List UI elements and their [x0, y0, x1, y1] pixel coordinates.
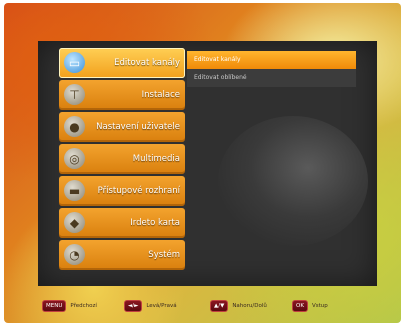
- menu-item-installation[interactable]: ⊤ Instalace: [59, 80, 185, 110]
- antenna-icon: ⊤: [64, 84, 85, 105]
- hint-left-right: ◄/► Levá/Pravá: [124, 299, 177, 313]
- menu-key: MENU: [42, 300, 67, 312]
- media-icon: ◎: [64, 148, 85, 169]
- tv-icon: ▭: [64, 52, 85, 73]
- hint-text: Vstup: [311, 303, 328, 309]
- ok-key: OK: [292, 300, 308, 312]
- menu-item-label: Přístupové rozhraní: [97, 186, 180, 196]
- menu-item-user-settings[interactable]: ● Nastavení uživatele: [59, 112, 185, 142]
- hint-text: Nahoru/Dolů: [232, 303, 267, 309]
- menu-item-edit-channels[interactable]: ▭ Editovat kanály: [59, 48, 185, 78]
- up-down-key: ▲/▼: [210, 300, 229, 312]
- menu-item-label: Instalace: [141, 90, 180, 100]
- menu-item-label: Systém: [148, 250, 180, 260]
- hint-up-down: ▲/▼ Nahoru/Dolů: [210, 299, 267, 313]
- menu-item-system[interactable]: ◔ Systém: [59, 240, 185, 270]
- tv-screen: ▭ Editovat kanály ⊤ Instalace ● Nastaven…: [4, 3, 401, 323]
- background-swirl: [218, 116, 368, 246]
- left-right-key: ◄/►: [124, 300, 143, 312]
- user-icon: ●: [64, 116, 85, 137]
- menu-item-label: Editovat kanály: [114, 58, 180, 68]
- submenu: Editovat kanály Editovat oblíbené: [187, 51, 356, 87]
- submenu-item-edit-channels[interactable]: Editovat kanály: [187, 51, 356, 69]
- menu-item-label: Irdeto karta: [130, 218, 180, 228]
- main-menu: ▭ Editovat kanály ⊤ Instalace ● Nastaven…: [59, 48, 185, 272]
- submenu-item-edit-favorites[interactable]: Editovat oblíbené: [187, 69, 356, 87]
- menu-item-label: Nastavení uživatele: [96, 122, 180, 132]
- smartcard-icon: ◆: [64, 212, 85, 233]
- menu-item-multimedia[interactable]: ◎ Multimedia: [59, 144, 185, 174]
- menu-item-irdeto-card[interactable]: ◆ Irdeto karta: [59, 208, 185, 238]
- hint-menu: MENU Předchozí: [42, 299, 97, 313]
- hint-text: Předchozí: [70, 303, 97, 309]
- menu-item-access-interface[interactable]: ▬ Přístupové rozhraní: [59, 176, 185, 206]
- key-hint-bar: MENU Předchozí ◄/► Levá/Pravá ▲/▼ Nahoru…: [38, 291, 377, 317]
- hint-text: Levá/Pravá: [146, 303, 177, 309]
- gauge-icon: ◔: [64, 244, 85, 265]
- menu-item-label: Multimedia: [132, 154, 180, 164]
- hint-ok: OK Vstup: [292, 299, 328, 313]
- card-slot-icon: ▬: [64, 180, 85, 201]
